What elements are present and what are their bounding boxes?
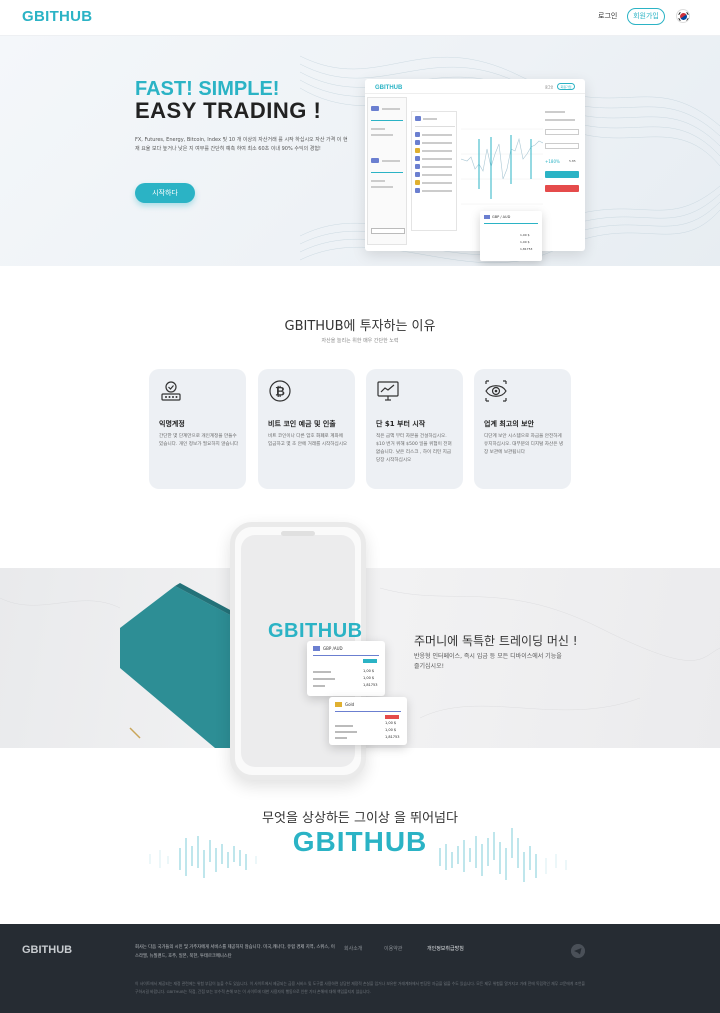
hero-title-line2: EASY TRADING ! (135, 98, 322, 123)
footer-link-terms[interactable]: 이용약관 (384, 945, 402, 952)
reason-card-title: 단 $1 부터 시작 (376, 420, 426, 428)
reasons-title: GBITHUB에 투자하는 이유 (284, 319, 436, 334)
reason-card-desc: 디단계 보안 시스템으로 자금을 안전하게 유지하십시오. 대부분의 디지털 자… (484, 434, 564, 455)
signup-button[interactable]: 회원가입 (627, 8, 665, 25)
mockup-signup: 회원가입 (557, 83, 575, 90)
mockup-login: 로그인 (545, 85, 554, 89)
reason-card-desc: 간단한 몇 단계만으로 개인계정을 만들수 있습니다. 개인 정보가 필요하지 … (159, 434, 239, 447)
mockup-asset-panel (367, 97, 407, 245)
reasons-subtitle: 자산을 늘리는 위한 매우 간단한 노력 (321, 338, 399, 344)
reason-card-desc: 적은 금액 부터 자본을 건설하십시오. $10 번거 위해 $500 일을 위… (376, 434, 452, 463)
reason-card-anonymous: 익명계정 간단한 몇 단계만으로 개인계정을 만들수 있습니다. 개인 정보가 … (149, 369, 246, 489)
hero-description: FX, Futures, Energy, Bitcoin, Index 및 10… (135, 137, 348, 152)
slogan-text: 무엇을 상상하든 그이상 을 뛰어넘다 (262, 811, 458, 826)
trading-platform-mockup: GBITHUB 로그인 회원가입 +180% 5.85 (365, 79, 585, 251)
hero-wave-decoration (299, 55, 720, 263)
footer-legal-text: 이 사이트에서 제공되는 재정 관련에는 위험 부담이 높을 수도 있습니다. … (135, 981, 585, 994)
reason-card-bitcoin: ₿ 비트 코인 예금 및 인출 비트 코인이나 다른 암호 화폐로 계좌에 입금… (258, 369, 355, 489)
slogan-logo: GBITHUB (292, 826, 428, 857)
korea-flag-icon[interactable] (676, 9, 690, 23)
trade-card-gbp-aud: GBP /AUD 1,00 $ 1,00 $ 1,81753 (307, 641, 385, 696)
machine-title: 주머니에 독특한 트레이딩 머신 ! (414, 634, 578, 648)
reason-card-title: 비트 코인 예금 및 인출 (268, 420, 336, 428)
bitcoin-icon: ₿ (269, 380, 291, 402)
trade-card-pair: Gold (345, 702, 355, 707)
telegram-icon[interactable] (571, 944, 585, 958)
footer-link-privacy[interactable]: 개인정보취급방침 (427, 945, 464, 952)
machine-description: 반응형 인터페이스, 즉시 입금 등 모든 디바이스에서 기능을 즐기십시오! (414, 653, 562, 670)
footer-logo[interactable]: GBITHUB (22, 944, 72, 956)
mockup-logo: GBITHUB (375, 85, 403, 91)
chart-monitor-icon (377, 381, 399, 401)
eye-icon (485, 380, 507, 402)
reason-card-title: 업계 최고의 보안 (484, 420, 534, 428)
login-link[interactable]: 로그인 (598, 11, 617, 21)
footer-restriction-text: 회사는 다음 국가들의 시민 및 거주자에게 서비스를 제공하지 않습니다. 미… (135, 945, 335, 959)
trade-card-pair: GBP /AUD (323, 646, 343, 651)
footer: GBITHUB 회사는 다음 국가들의 시민 및 거주자에게 서비스를 제공하지… (0, 924, 720, 1013)
user-lock-icon (161, 381, 181, 401)
top-header: GBITHUB 로그인 회원가입 (0, 0, 720, 36)
hero-section: FAST! SIMPLE! EASY TRADING ! FX, Futures… (0, 36, 720, 266)
reason-card-desc: 비트 코인이나 다른 암호 화폐로 계좌에 입금하고 몇 초 안에 거래를 시작… (268, 434, 348, 447)
trade-card-gold: Gold 1,00 $ 1,00 $ 1,81753 (329, 697, 407, 745)
site-logo[interactable]: GBITHUB (22, 8, 92, 25)
mockup-pair-list (411, 111, 457, 231)
footer-link-about[interactable]: 회사소개 (344, 945, 362, 952)
reason-card-security: 업계 최고의 보안 디단계 보안 시스템으로 자금을 안전하게 유지하십시오. … (474, 369, 571, 489)
mockup-order-panel: +180% 5.85 (545, 109, 581, 219)
reason-card-min-deposit: 단 $1 부터 시작 적은 금액 부터 자본을 건설하십시오. $10 번거 위… (366, 369, 463, 489)
start-button[interactable]: 시작하다 (135, 183, 195, 203)
phone-logo: GBITHUB (268, 620, 363, 642)
mockup-order-popup: GBP / AUD 1,00 $ 1,00 $ 1,81753 (480, 211, 542, 261)
svg-text:₿: ₿ (275, 385, 285, 399)
reason-card-title: 익명계정 (159, 420, 185, 428)
